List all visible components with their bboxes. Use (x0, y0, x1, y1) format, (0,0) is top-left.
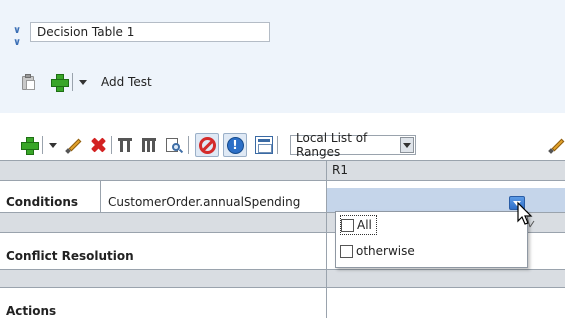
toolbar-separator (111, 136, 112, 154)
table-toolbar: ! Local List of Ranges (20, 131, 416, 159)
test-toolbar: Add Test (20, 70, 152, 94)
show-warnings-button[interactable]: ! (223, 133, 247, 157)
disable-conflicts-button[interactable] (195, 133, 219, 157)
conditions-label: Conditions (6, 195, 79, 209)
collapse-icon[interactable]: ∨ ∨ (13, 25, 23, 48)
conflict-resolution-label: Conflict Resolution (6, 249, 134, 263)
range-type-select[interactable]: Local List of Ranges (290, 131, 416, 159)
edit-pencil-icon[interactable] (548, 136, 565, 154)
merge-columns-icon[interactable] (140, 136, 158, 154)
range-type-select-value: Local List of Ranges (296, 131, 368, 159)
split-column-icon[interactable] (116, 136, 134, 154)
rule-column-header[interactable]: R1 (332, 163, 348, 177)
toolbar-separator (277, 136, 278, 154)
toolbar-separator (72, 73, 73, 91)
decision-table-name-field[interactable]: Decision Table 1 (30, 22, 270, 42)
header-panel (0, 0, 565, 113)
actions-label: Actions (6, 304, 57, 318)
no-entry-icon (198, 136, 216, 154)
edit-pencil-icon[interactable] (65, 136, 83, 154)
checkbox[interactable] (341, 218, 354, 232)
add-icon[interactable] (50, 73, 69, 92)
actions-row (0, 287, 565, 318)
popup-option-otherwise[interactable]: otherwise (340, 241, 415, 261)
add-test-button[interactable]: Add Test (101, 75, 152, 89)
chevron-down-icon[interactable] (79, 79, 87, 85)
condition-values-popup: All otherwise (335, 211, 528, 268)
chevron-down-icon[interactable] (49, 142, 57, 148)
spacer-row (0, 269, 565, 287)
delete-icon[interactable] (89, 136, 107, 154)
chevron-down-icon[interactable] (399, 137, 414, 153)
mouse-pointer-icon (517, 201, 535, 228)
find-gaps-icon[interactable] (164, 136, 184, 154)
exclamation-icon: ! (226, 136, 244, 154)
condition-expression[interactable]: CustomerOrder.annualSpending (108, 195, 300, 209)
checkbox[interactable] (340, 244, 353, 258)
add-icon[interactable] (20, 136, 39, 155)
table-layout-icon[interactable] (255, 136, 273, 154)
popup-option-all[interactable]: All (340, 215, 377, 235)
toolbar-separator (188, 136, 189, 154)
toolbar-separator (42, 136, 43, 154)
table-header-row (0, 160, 565, 180)
paste-icon[interactable] (20, 73, 38, 91)
popup-option-label: All (357, 218, 372, 232)
popup-option-label: otherwise (356, 244, 415, 258)
